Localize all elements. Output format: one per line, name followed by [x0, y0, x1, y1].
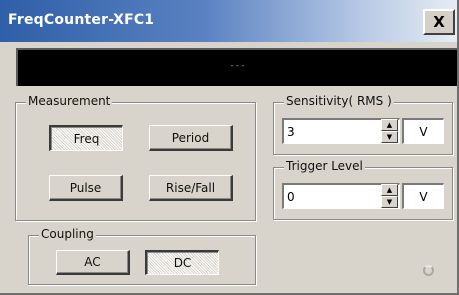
- measurement-group: Measurement Freq Period Pulse Rise/Fall: [15, 94, 256, 221]
- ac-button-label: AC: [84, 255, 101, 269]
- freq-counter-window: FreqCounter-XFC1 X --- Measurement Freq …: [0, 0, 459, 295]
- sensitivity-unit-field[interactable]: V: [402, 118, 444, 144]
- period-button[interactable]: Period: [149, 125, 233, 151]
- spin-down-icon[interactable]: ▼: [381, 131, 398, 143]
- trigger-level-spinner[interactable]: ▲ ▼: [381, 184, 398, 208]
- frequency-display: ---: [16, 48, 457, 86]
- spin-up-icon[interactable]: ▲: [381, 119, 398, 131]
- rise-fall-button-label: Rise/Fall: [165, 180, 216, 195]
- freq-button-label: Freq: [73, 131, 100, 146]
- spin-up-icon[interactable]: ▲: [381, 184, 398, 196]
- sensitivity-unit: V: [419, 124, 428, 139]
- freq-button[interactable]: Freq: [49, 125, 123, 151]
- close-icon: X: [433, 13, 445, 31]
- close-button[interactable]: X: [423, 9, 455, 35]
- ac-button[interactable]: AC: [56, 250, 130, 275]
- dc-button[interactable]: DC: [145, 250, 219, 275]
- display-value: ---: [229, 61, 246, 71]
- title-bar[interactable]: FreqCounter-XFC1 X: [0, 0, 457, 42]
- trigger-level-unit: V: [419, 189, 428, 204]
- coupling-group: Coupling AC DC: [28, 227, 256, 285]
- trigger-level-input[interactable]: [287, 188, 367, 206]
- sensitivity-spinner[interactable]: ▲ ▼: [381, 119, 398, 143]
- spin-down-icon[interactable]: ▼: [381, 196, 398, 208]
- sensitivity-field[interactable]: ▲ ▼: [282, 118, 400, 144]
- resize-grip-icon[interactable]: [423, 265, 434, 276]
- trigger-level-field[interactable]: ▲ ▼: [282, 183, 400, 209]
- sensitivity-input[interactable]: [287, 123, 367, 141]
- trigger-level-unit-field[interactable]: V: [402, 183, 444, 209]
- rise-fall-button[interactable]: Rise/Fall: [149, 175, 233, 201]
- pulse-button[interactable]: Pulse: [49, 175, 123, 201]
- pulse-button-label: Pulse: [69, 180, 102, 195]
- trigger-level-group: Trigger Level ▲ ▼ V: [273, 159, 453, 220]
- sensitivity-legend: Sensitivity( RMS ): [284, 94, 394, 108]
- trigger-level-legend: Trigger Level: [284, 159, 365, 173]
- sensitivity-group: Sensitivity( RMS ) ▲ ▼ V: [273, 94, 453, 155]
- measurement-legend: Measurement: [26, 94, 113, 108]
- dc-button-label: DC: [173, 256, 192, 270]
- window-title: FreqCounter-XFC1: [8, 12, 155, 28]
- coupling-legend: Coupling: [39, 227, 96, 241]
- period-button-label: Period: [171, 130, 210, 145]
